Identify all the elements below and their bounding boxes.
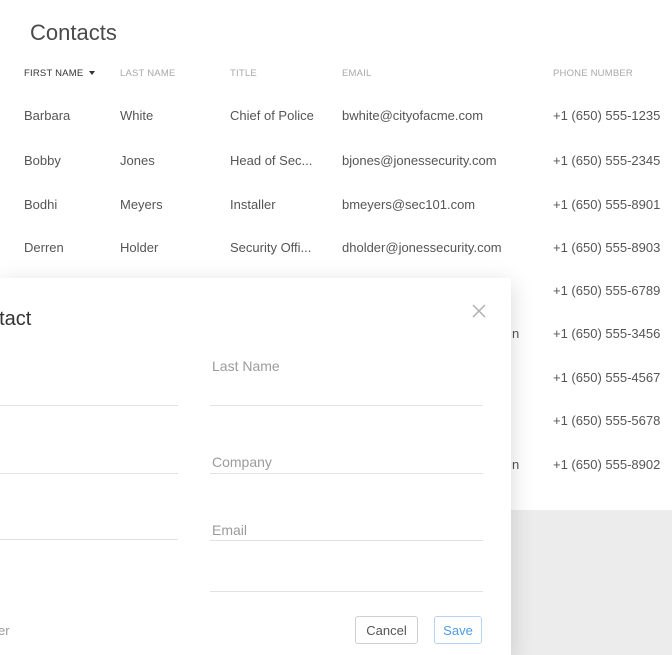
- cell-last-name: Jones: [120, 153, 155, 168]
- last-name-placeholder: Last Name: [212, 358, 280, 374]
- first-name-field[interactable]: [0, 405, 178, 406]
- company-placeholder: Company: [212, 454, 272, 470]
- close-icon[interactable]: [470, 302, 488, 320]
- cell-email-fragment: n: [512, 457, 520, 472]
- footer-left-text: er: [0, 623, 10, 638]
- column-header-last-name[interactable]: LAST NAME: [120, 68, 175, 79]
- cell-first-name: Bobby: [24, 153, 61, 168]
- page-title: Contacts: [30, 20, 117, 45]
- cell-last-name: Meyers: [120, 197, 163, 212]
- company-field[interactable]: [210, 473, 483, 474]
- cell-phone: +1 (650) 555-3456: [553, 326, 661, 341]
- new-contact-modal: ntact Last Name Company Email er Cancel …: [0, 278, 511, 655]
- left-field-3[interactable]: [0, 539, 178, 540]
- column-header-first-name[interactable]: FIRST NAME: [24, 68, 96, 79]
- column-header-label: FIRST NAME: [24, 68, 84, 79]
- cell-phone: +1 (650) 555-5678: [553, 413, 661, 428]
- modal-title: ntact: [0, 308, 32, 330]
- left-field-2[interactable]: [0, 473, 178, 474]
- cell-phone: +1 (650) 555-1235: [553, 108, 661, 123]
- cell-email: bjones@jonessecurity.com: [342, 153, 497, 168]
- sort-down-icon: [89, 71, 96, 76]
- column-header-email[interactable]: EMAIL: [342, 68, 372, 79]
- cell-title: Head of Sec...: [230, 153, 313, 168]
- cell-email: bwhite@cityofacme.com: [342, 108, 484, 123]
- column-header-title[interactable]: TITLE: [230, 68, 257, 79]
- cell-phone: +1 (650) 555-4567: [553, 370, 661, 385]
- email-field[interactable]: [210, 540, 483, 541]
- cancel-button[interactable]: Cancel: [355, 616, 418, 644]
- cell-last-name: White: [120, 108, 154, 123]
- cell-title: Chief of Police: [230, 108, 314, 123]
- last-name-field[interactable]: [210, 405, 483, 406]
- cell-first-name: Derren: [24, 240, 64, 255]
- cell-title: Security Offi...: [230, 240, 312, 255]
- cell-first-name: Barbara: [24, 108, 71, 123]
- column-header-phone[interactable]: PHONE NUMBER: [553, 68, 633, 79]
- cell-title: Installer: [230, 197, 276, 212]
- cell-phone: +1 (650) 555-8903: [553, 240, 661, 255]
- save-button[interactable]: Save: [434, 616, 482, 644]
- cell-phone: +1 (650) 555-6789: [553, 283, 661, 298]
- cell-phone: +1 (650) 555-2345: [553, 153, 661, 168]
- cell-phone: +1 (650) 555-8901: [553, 197, 661, 212]
- email-placeholder: Email: [212, 522, 248, 538]
- cell-email: dholder@jonessecurity.com: [342, 240, 502, 255]
- cell-first-name: Bodhi: [24, 197, 58, 212]
- extra-field[interactable]: [210, 591, 483, 592]
- cell-email: bmeyers@sec101.com: [342, 197, 476, 212]
- cell-phone: +1 (650) 555-8902: [553, 457, 661, 472]
- cell-last-name: Holder: [120, 240, 159, 255]
- cell-email-fragment: n: [512, 326, 520, 341]
